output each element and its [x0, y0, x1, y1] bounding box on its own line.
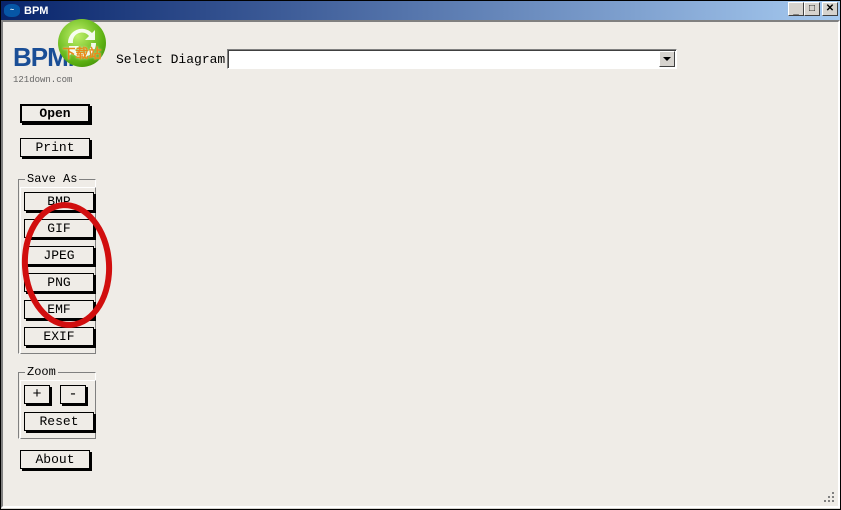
- save-as-group: Save As BMP GIF JPEG PNG EMF EXIF: [18, 172, 96, 354]
- resize-grip[interactable]: [822, 490, 836, 504]
- logo: BPMN 121down.com 下载站: [13, 42, 108, 92]
- chevron-down-icon: [663, 57, 671, 61]
- select-diagram-label: Select Diagram: [116, 52, 225, 67]
- zoom-out-button[interactable]: -: [60, 385, 86, 404]
- client-area: BPMN 121down.com 下载站 Select Diagram Open…: [1, 20, 840, 508]
- save-bmp-button[interactable]: BMP: [24, 192, 94, 211]
- maximize-button[interactable]: □: [804, 2, 820, 16]
- save-exif-button[interactable]: EXIF: [24, 327, 94, 346]
- diagram-combo[interactable]: [227, 49, 677, 69]
- window-title: BPM: [24, 5, 48, 17]
- open-button[interactable]: Open: [20, 104, 90, 123]
- refresh-icon: 下载站: [58, 19, 106, 67]
- logo-site: 121down.com: [13, 75, 108, 85]
- zoom-reset-button[interactable]: Reset: [24, 412, 94, 431]
- about-button[interactable]: About: [20, 450, 90, 469]
- save-gif-button[interactable]: GIF: [24, 219, 94, 238]
- zoom-in-button[interactable]: +: [24, 385, 50, 404]
- left-column: Open Print Save As BMP GIF JPEG PNG EMF …: [18, 104, 95, 484]
- watermark-text: 下载站: [58, 43, 106, 62]
- save-png-button[interactable]: PNG: [24, 273, 94, 292]
- combo-dropdown-button[interactable]: [659, 51, 675, 67]
- save-jpeg-button[interactable]: JPEG: [24, 246, 94, 265]
- save-as-legend: Save As: [25, 172, 79, 186]
- app-icon: ~: [4, 4, 20, 17]
- close-button[interactable]: ✕: [822, 2, 838, 16]
- select-diagram-row: Select Diagram: [116, 49, 677, 69]
- zoom-legend: Zoom: [25, 365, 58, 379]
- zoom-group: Zoom + - Reset: [18, 365, 96, 439]
- print-button[interactable]: Print: [20, 138, 90, 157]
- minimize-button[interactable]: _: [788, 2, 804, 16]
- main-window: ~ BPM _ □ ✕ BPMN 121down.com 下载站 Select …: [0, 0, 841, 510]
- save-emf-button[interactable]: EMF: [24, 300, 94, 319]
- titlebar[interactable]: ~ BPM _ □ ✕: [1, 1, 840, 20]
